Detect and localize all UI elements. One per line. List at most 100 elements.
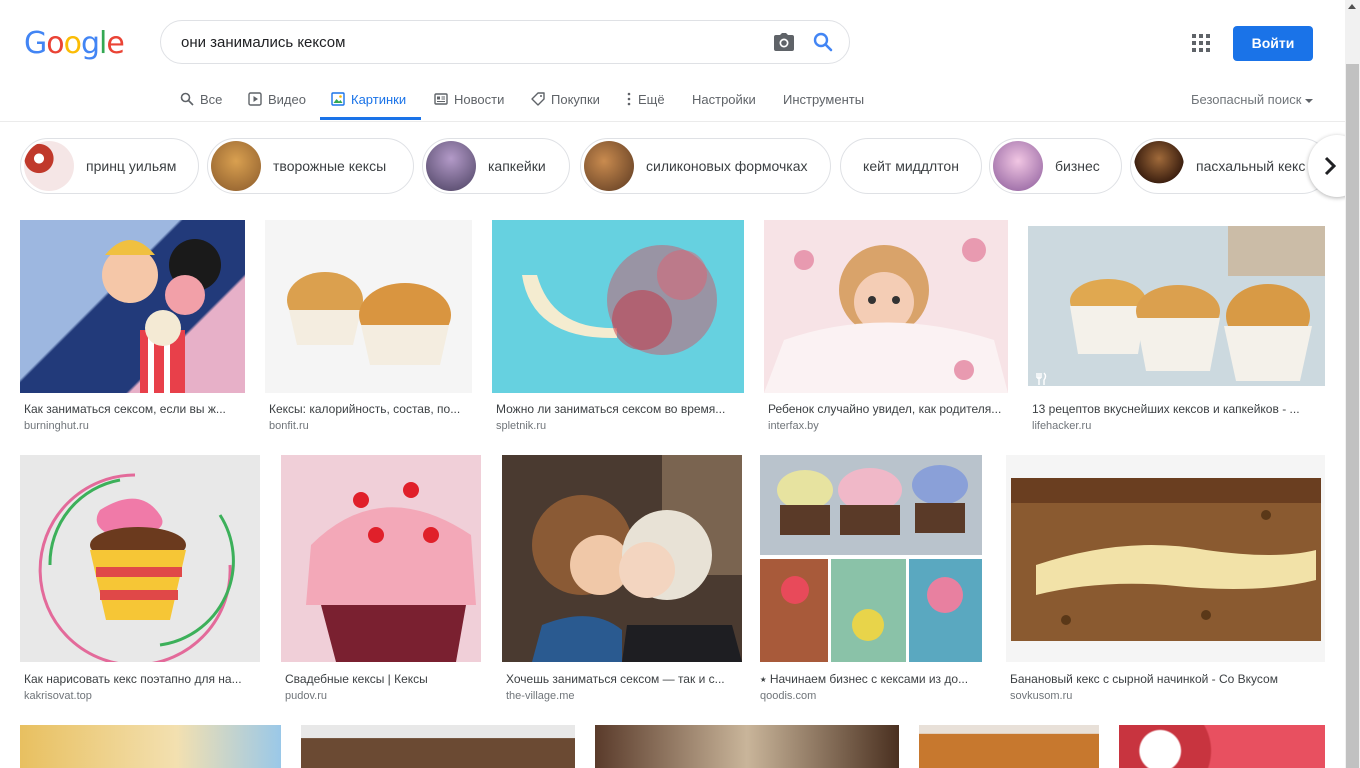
chip-thumbnail: [1134, 141, 1184, 191]
tab-images[interactable]: Картинки: [331, 90, 406, 108]
image-icon: [331, 92, 345, 106]
google-logo[interactable]: Google: [24, 26, 125, 61]
result-image-10[interactable]: [1006, 455, 1325, 662]
result-image-6[interactable]: [20, 455, 260, 667]
search-input[interactable]: они занимались кексом: [181, 34, 345, 51]
result-caption[interactable]: Как заниматься сексом, если вы ж...: [24, 402, 244, 416]
apps-grid-icon[interactable]: [1192, 34, 1210, 52]
result-source[interactable]: bonfit.ru: [269, 420, 309, 432]
chip-label: силиконовых формочках: [646, 158, 808, 174]
result-source[interactable]: the-village.me: [506, 690, 574, 702]
result-source[interactable]: sovkusom.ru: [1010, 690, 1072, 702]
couple-shapes: [532, 455, 742, 662]
tab-tools[interactable]: Инструменты: [783, 90, 864, 108]
result-caption[interactable]: Хочешь заниматься сексом — так и с...: [506, 672, 738, 686]
chip-label: капкейки: [488, 158, 546, 174]
result-image-13[interactable]: [595, 725, 899, 768]
child-blanket-shapes: [764, 238, 1008, 393]
tab-label: Картинки: [351, 91, 407, 107]
tab-shopping[interactable]: Покупки: [531, 90, 600, 108]
result-caption[interactable]: Банановый кекс с сырной начинкой - Со Вк…: [1010, 672, 1320, 686]
illustration-shapes: [102, 239, 221, 393]
tab-all[interactable]: Все: [180, 90, 222, 108]
chip-cottage-cheese-cupcakes[interactable]: творожные кексы: [207, 138, 414, 194]
tab-video[interactable]: Видео: [248, 90, 306, 108]
more-vert-icon: [627, 92, 631, 106]
tab-label: Ещё: [638, 91, 665, 107]
result-caption[interactable]: Ребенок случайно увидел, как родителя...: [768, 402, 1004, 416]
result-image-7[interactable]: [281, 455, 481, 662]
chip-easter-cake[interactable]: пасхальный кекс: [1130, 138, 1330, 194]
chip-label: пасхальный кекс: [1196, 158, 1306, 174]
logo-letter: G: [24, 26, 47, 61]
result-image-12[interactable]: [301, 725, 575, 768]
result-caption[interactable]: 13 рецептов вкуснейших кексов и капкейко…: [1032, 402, 1316, 416]
muffins-shapes: [287, 272, 451, 365]
result-image-3[interactable]: [492, 220, 744, 393]
safe-search-dropdown[interactable]: Безопасный поиск: [1191, 92, 1314, 107]
chip-label: творожные кексы: [273, 158, 387, 174]
logo-letter: o: [63, 26, 82, 61]
recipe-icon: [1036, 372, 1047, 385]
result-source[interactable]: pudov.ru: [285, 690, 327, 702]
chip-business[interactable]: бизнес: [989, 138, 1122, 194]
search-icon: [180, 92, 194, 106]
result-source[interactable]: lifehacker.ru: [1032, 420, 1091, 432]
chip-label: принц уильям: [86, 158, 177, 174]
banana-cake-shapes: [1011, 478, 1321, 641]
result-image-4[interactable]: [764, 220, 1008, 393]
tab-news[interactable]: Новости: [434, 90, 504, 108]
active-tab-indicator: [320, 117, 421, 120]
result-image-11[interactable]: [20, 725, 281, 768]
result-source[interactable]: interfax.by: [768, 420, 819, 432]
search-box[interactable]: они занимались кексом: [160, 20, 850, 64]
chip-cupcakes[interactable]: капкейки: [422, 138, 570, 194]
safe-search-label: Безопасный поиск: [1191, 92, 1302, 107]
tab-label: Покупки: [551, 91, 600, 107]
result-image-8[interactable]: [502, 455, 742, 662]
camera-icon[interactable]: [773, 32, 795, 52]
result-image-9[interactable]: [760, 455, 982, 662]
result-image-14[interactable]: [919, 725, 1099, 768]
chip-kate-middleton[interactable]: кейт миддлтон: [840, 138, 982, 194]
chip-label: бизнес: [1055, 158, 1100, 174]
chip-prince-william[interactable]: принц уильям: [20, 138, 199, 194]
result-image-5[interactable]: [1028, 226, 1325, 386]
header-divider: [0, 121, 1345, 122]
result-caption[interactable]: Можно ли заниматься сексом во время...: [496, 402, 740, 416]
tab-more[interactable]: Ещё: [626, 90, 665, 108]
chip-thumbnail: [211, 141, 261, 191]
result-source[interactable]: spletnik.ru: [496, 420, 546, 432]
cupcakes-collage-shapes: [760, 455, 982, 662]
chip-silicone-molds[interactable]: силиконовых формочках: [580, 138, 831, 194]
result-caption[interactable]: Кексы: калорийность, состав, по...: [269, 402, 469, 416]
chip-label: кейт миддлтон: [863, 158, 959, 174]
sign-in-button[interactable]: Войти: [1233, 26, 1313, 61]
wedding-cupcake-shapes: [306, 482, 476, 662]
result-caption[interactable]: ⭑ Начинаем бизнес с кексами из до...: [760, 672, 978, 687]
result-source[interactable]: burninghut.ru: [24, 420, 89, 432]
video-icon: [248, 92, 262, 106]
tab-settings[interactable]: Настройки: [692, 90, 756, 108]
result-caption[interactable]: Как нарисовать кекс поэтапно для на...: [24, 672, 256, 686]
tab-label: Инструменты: [783, 91, 865, 107]
result-image-15[interactable]: [1119, 725, 1325, 768]
scroll-up-arrow-icon[interactable]: [1348, 4, 1356, 9]
logo-letter: o: [46, 26, 64, 61]
result-image-1[interactable]: [20, 220, 245, 393]
cupcake-drawing-shapes: [38, 473, 235, 667]
chip-thumbnail: [993, 141, 1043, 191]
result-caption[interactable]: Свадебные кексы | Кексы: [285, 672, 477, 686]
scrollbar-thumb[interactable]: [1346, 64, 1359, 768]
chip-thumbnail: [24, 141, 74, 191]
result-source[interactable]: qoodis.com: [760, 690, 816, 702]
result-source[interactable]: kakrisovat.top: [24, 690, 92, 702]
banana-sprinkles-shapes: [522, 245, 717, 355]
news-icon: [434, 93, 448, 105]
tab-label: Новости: [454, 91, 505, 107]
result-image-2[interactable]: [265, 220, 472, 393]
search-icon[interactable]: [812, 31, 834, 53]
tab-label: Настройки: [692, 91, 756, 107]
tag-icon: [531, 92, 545, 106]
dropdown-arrow-icon: [1305, 98, 1314, 103]
